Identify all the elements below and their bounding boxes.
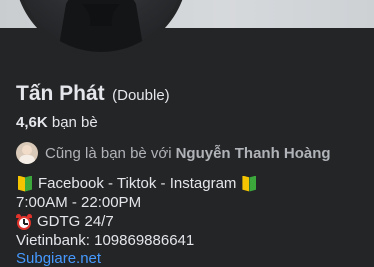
profile-name: Tấn Phát bbox=[16, 82, 105, 105]
profile-avatar[interactable] bbox=[14, 0, 188, 56]
profile-bio: Facebook - Tiktok - Instagram 7:00AM - 2… bbox=[16, 174, 258, 250]
friends-count-link[interactable]: 4,6K bạn bè bbox=[16, 114, 98, 131]
bio-text-platforms: Facebook - Tiktok - Instagram bbox=[38, 175, 237, 192]
avatar-person-figure bbox=[58, 0, 144, 52]
friends-label: bạn bè bbox=[51, 114, 98, 131]
bio-line: 7:00AM - 22:00PM bbox=[16, 193, 258, 212]
beginner-badge-icon bbox=[242, 175, 257, 192]
profile-alternate-name: (Double) bbox=[112, 87, 170, 104]
mutual-friend-name: Nguyễn Thanh Hoàng bbox=[175, 144, 331, 162]
beginner-badge-icon bbox=[18, 175, 32, 192]
bio-text-bank: Vietinbank: 109869886641 bbox=[16, 232, 195, 249]
bio-text-gdtg: GDTG 24/7 bbox=[37, 213, 114, 230]
mutual-friend-avatar bbox=[16, 142, 38, 164]
alarm-clock-icon bbox=[16, 213, 32, 230]
mutual-friends-row[interactable]: Cũng là bạn bè với Nguyễn Thanh Hoàng bbox=[16, 141, 331, 165]
bio-line: GDTG 24/7 bbox=[16, 212, 258, 231]
mutual-friends-prefix: Cũng là bạn bè với bbox=[45, 144, 172, 162]
profile-name-row: Tấn Phát (Double) bbox=[16, 82, 170, 106]
bio-website-link[interactable]: Subgiare.net bbox=[16, 250, 101, 267]
bio-text-hours: 7:00AM - 22:00PM bbox=[16, 194, 142, 211]
friends-count: 4,6K bbox=[16, 114, 48, 131]
bio-line: Facebook - Tiktok - Instagram bbox=[16, 174, 258, 193]
bio-line: Vietinbank: 109869886641 bbox=[16, 231, 258, 250]
